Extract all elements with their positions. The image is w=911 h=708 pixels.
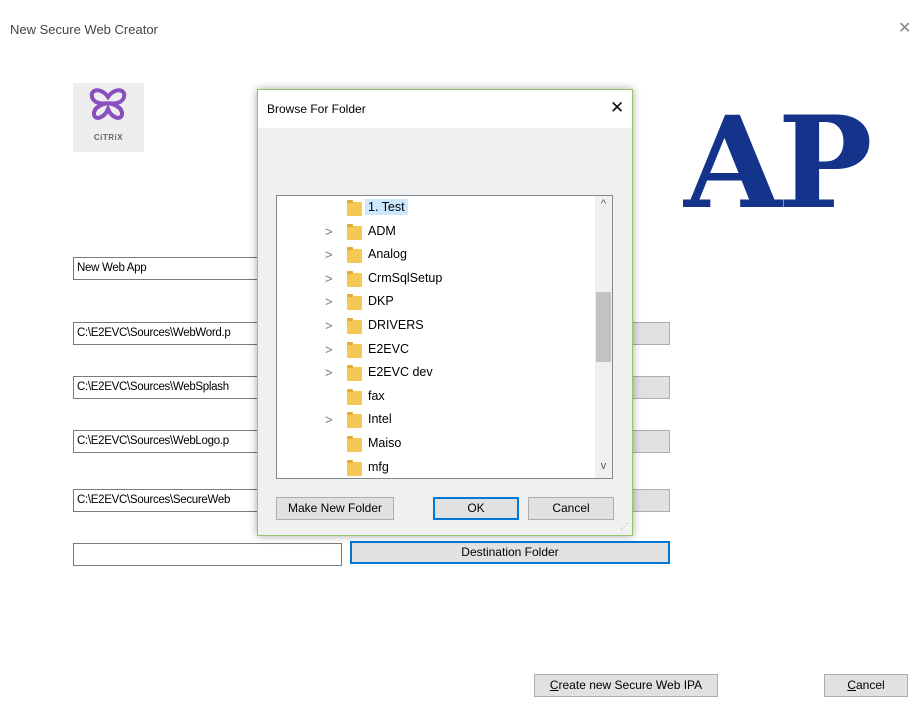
splash-file-input[interactable]: C:\E2EVC\Sources\WebSplash (73, 376, 263, 399)
app-name-input[interactable]: New Web App (73, 257, 263, 280)
make-new-folder-button[interactable]: Make New Folder (276, 497, 394, 520)
secureweb-browse-button[interactable] (632, 489, 670, 512)
tree-item-label: DRIVERS (368, 318, 424, 332)
chevron-right-icon[interactable]: > (325, 247, 333, 262)
chevron-right-icon[interactable]: > (325, 294, 333, 309)
dialog-ok-button[interactable]: OK (433, 497, 519, 520)
tree-item-label: E2EVC (368, 341, 409, 356)
scroll-down-icon[interactable]: v (595, 460, 612, 472)
folder-icon (347, 200, 362, 216)
create-ipa-button[interactable]: Create new Secure Web IPA (534, 674, 718, 697)
tree-item[interactable]: > CrmSqlSetup (277, 268, 595, 291)
logo-browse-button[interactable] (632, 430, 670, 453)
tree-item-label: E2EVC dev (368, 365, 433, 380)
dialog-close-icon[interactable]: ✕ (610, 98, 624, 118)
citrix-logo: CiTRiX (73, 83, 144, 152)
tree-item-label: Maiso (368, 436, 402, 450)
chevron-right-icon[interactable]: > (325, 342, 333, 357)
folder-icon (347, 270, 362, 287)
tree-item[interactable]: mfg (277, 457, 595, 478)
folder-icon (347, 459, 362, 476)
folder-icon (347, 294, 362, 311)
main-cancel-mnemonic: C (847, 678, 856, 692)
tree-scrollbar[interactable]: ^ v (595, 196, 612, 478)
main-cancel-label: ancel (855, 678, 885, 692)
folder-tree[interactable]: 1. Test > ADM > Analog > CrmSqlSetup > DKP > DRIVE… (276, 195, 613, 479)
create-ipa-mnemonic: C (549, 678, 559, 692)
tree-item[interactable]: > DRIVERS (277, 315, 595, 338)
destination-folder-button[interactable]: Destination Folder (350, 541, 670, 564)
chevron-right-icon[interactable]: > (325, 224, 333, 239)
splash-browse-button[interactable] (632, 376, 670, 399)
word-file-input[interactable]: C:\E2EVC\Sources\WebWord.p (73, 322, 263, 345)
tree-item-label: CrmSqlSetup (368, 270, 443, 285)
destination-input[interactable] (73, 543, 342, 566)
window-close-icon[interactable]: ✕ (898, 18, 911, 38)
tree-item[interactable]: Maiso (277, 433, 595, 456)
tree-item[interactable]: > E2EVC dev (277, 362, 595, 385)
tree-item-label: Intel (368, 412, 392, 427)
folder-icon (347, 341, 362, 358)
main-cancel-button[interactable]: Cancel (824, 674, 908, 697)
secureweb-file-input[interactable]: C:\E2EVC\Sources\SecureWeb (73, 489, 263, 512)
chevron-right-icon[interactable]: > (325, 318, 333, 333)
folder-icon (347, 318, 362, 334)
window-title: New Secure Web Creator (10, 22, 158, 37)
folder-icon (347, 412, 362, 429)
tree-item[interactable]: > ADM (277, 221, 595, 244)
scroll-up-icon[interactable]: ^ (595, 198, 612, 210)
chevron-right-icon[interactable]: > (325, 271, 333, 286)
ap-logo: AP (684, 89, 873, 237)
tree-item[interactable]: 1. Test (277, 197, 595, 220)
citrix-wordmark: CiTRiX (93, 133, 124, 142)
tree-item[interactable]: fax (277, 386, 595, 409)
tree-item-label: 1. Test (365, 199, 408, 215)
tree-item[interactable]: > E2EVC (277, 339, 595, 362)
tree-item[interactable]: > Analog (277, 244, 595, 267)
folder-icon (347, 247, 362, 264)
folder-icon (347, 365, 362, 382)
scroll-thumb[interactable] (596, 292, 611, 362)
browse-folder-dialog: Browse For Folder ✕ 1. Test > ADM > Analog > C… (257, 89, 633, 536)
folder-icon (347, 223, 362, 240)
logo-file-input[interactable]: C:\E2EVC\Sources\WebLogo.p (73, 430, 263, 453)
resize-grip-icon[interactable]: ⋰ (620, 522, 628, 531)
tree-item[interactable]: > Intel (277, 409, 595, 432)
dialog-titlebar[interactable]: Browse For Folder ✕ (258, 90, 632, 128)
dialog-cancel-button[interactable]: Cancel (528, 497, 614, 520)
dialog-title: Browse For Folder (267, 102, 366, 116)
tree-item-label: mfg (368, 459, 389, 474)
folder-icon (347, 388, 362, 405)
create-ipa-label: reate new Secure Web IPA (558, 678, 703, 692)
chevron-right-icon[interactable]: > (325, 365, 333, 380)
tree-item[interactable]: > DKP (277, 291, 595, 314)
tree-item-label: fax (368, 388, 385, 403)
tree-item-label: ADM (368, 223, 396, 238)
folder-icon (347, 436, 362, 452)
tree-item-label: DKP (368, 294, 394, 309)
chevron-right-icon[interactable]: > (325, 412, 333, 427)
citrix-butterfly-icon (89, 88, 127, 120)
word-browse-button[interactable] (632, 322, 670, 345)
tree-item-label: Analog (368, 247, 407, 262)
